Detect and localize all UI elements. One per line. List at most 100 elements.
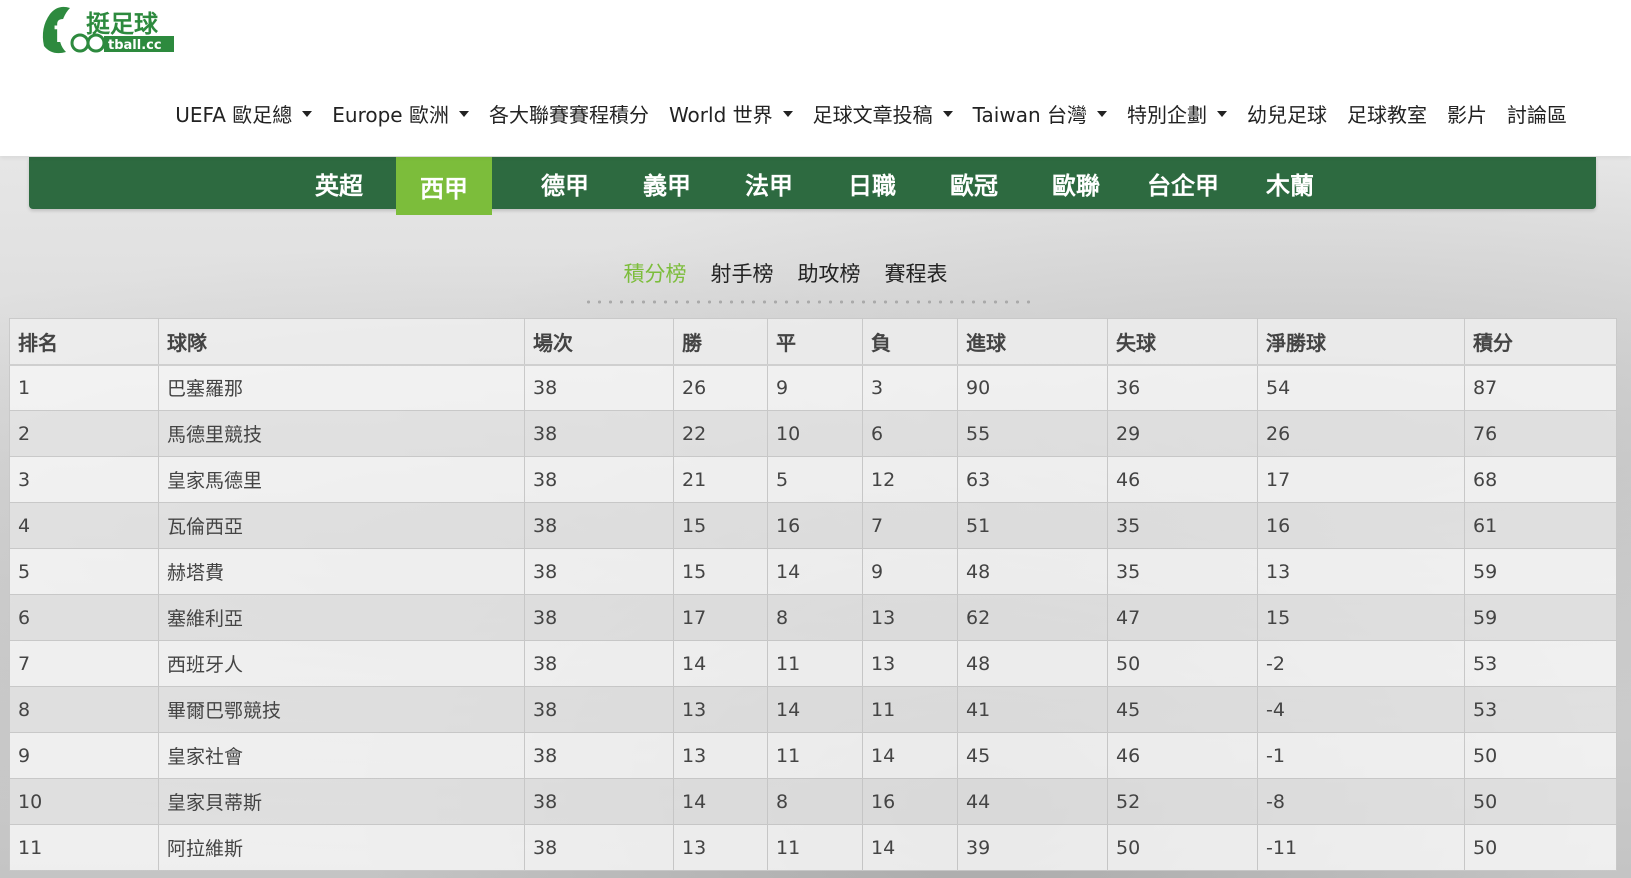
standings-table-wrap: 排名 球隊 場次 勝 平 負 進球 失球 淨勝球 積分 1 巴塞羅那 38 26 9 3 9… <box>9 318 1617 871</box>
nav-item-uefa[interactable]: UEFA 歐足總 <box>175 99 313 128</box>
nav-item-europe[interactable]: Europe 歐洲 <box>332 99 469 128</box>
nav-item-forum[interactable]: 討論區 <box>1507 99 1567 128</box>
nav-item-videos[interactable]: 影片 <box>1447 99 1487 128</box>
cell-goals-against: 50 <box>1107 640 1258 687</box>
nav-label: UEFA 歐足總 <box>175 102 293 127</box>
nav-item-article-submit[interactable]: 足球文章投稿 <box>813 99 953 128</box>
nav-label: 特別企劃 <box>1127 102 1207 127</box>
table-row: 8 畢爾巴鄂競技 38 13 14 11 41 45 -4 53 <box>9 686 1617 733</box>
table-row: 4 瓦倫西亞 38 15 16 7 51 35 16 61 <box>9 502 1617 549</box>
cell-rank: 10 <box>9 778 159 825</box>
cell-losses: 13 <box>862 594 958 641</box>
main-nav: UEFA 歐足總 Europe 歐洲 各大聯賽賽程積分 World 世界 足球文… <box>175 96 1567 130</box>
cell-goal-diff: -2 <box>1257 640 1465 687</box>
cell-goals-against: 36 <box>1107 364 1258 411</box>
cell-goals-for: 48 <box>957 640 1108 687</box>
subtab-top-assists[interactable]: 助攻榜 <box>798 258 861 294</box>
league-tab-ligue-1[interactable]: 法甲 <box>726 157 812 209</box>
cell-team: 畢爾巴鄂競技 <box>158 686 525 733</box>
league-tab-laliga[interactable]: 西甲 <box>396 157 492 215</box>
cell-goals-against: 47 <box>1107 594 1258 641</box>
cell-team: 皇家社會 <box>158 732 525 779</box>
cell-team: 皇家貝蒂斯 <box>158 778 525 825</box>
nav-item-kids-football[interactable]: 幼兒足球 <box>1247 99 1327 128</box>
cell-team: 塞維利亞 <box>158 594 525 641</box>
nav-label: World 世界 <box>668 102 773 127</box>
cell-played: 38 <box>524 502 674 549</box>
cell-losses: 12 <box>862 456 958 503</box>
league-tab-bar: 英超 西甲 德甲 義甲 法甲 日職 歐冠 歐聯 台企甲 木蘭 <box>29 157 1596 215</box>
site-logo[interactable]: f tball.cc 挺足球 <box>36 2 186 58</box>
nav-item-special[interactable]: 特別企劃 <box>1127 99 1227 128</box>
logo-text: 挺足球 <box>86 10 159 38</box>
cell-rank: 3 <box>9 456 159 503</box>
cell-rank: 2 <box>9 410 159 457</box>
table-row: 5 赫塔費 38 15 14 9 48 35 13 59 <box>9 548 1617 595</box>
cell-wins: 15 <box>673 548 768 595</box>
league-tab-tpl[interactable]: 台企甲 <box>1135 157 1231 209</box>
cell-goal-diff: 17 <box>1257 456 1465 503</box>
cell-played: 38 <box>524 778 674 825</box>
cell-draws: 11 <box>767 640 863 687</box>
cell-played: 38 <box>524 410 674 457</box>
nav-item-football-class[interactable]: 足球教室 <box>1347 99 1427 128</box>
col-header-goals-for: 進球 <box>957 318 1108 366</box>
page: f tball.cc 挺足球 UEFA 歐足總 Europe 歐洲 各大聯賽賽程… <box>0 0 1631 878</box>
cell-losses: 6 <box>862 410 958 457</box>
league-tab-j-league[interactable]: 日職 <box>829 157 915 209</box>
cell-goals-for: 63 <box>957 456 1108 503</box>
cell-team: 巴塞羅那 <box>158 364 525 411</box>
subtab-standings[interactable]: 積分榜 <box>624 258 687 294</box>
cell-played: 38 <box>524 548 674 595</box>
cell-points: 76 <box>1464 410 1617 457</box>
cell-wins: 13 <box>673 732 768 779</box>
cell-goals-against: 35 <box>1107 502 1258 549</box>
cell-points: 59 <box>1464 594 1617 641</box>
cell-goal-diff: 26 <box>1257 410 1465 457</box>
nav-label: Taiwan 台灣 <box>972 102 1087 127</box>
cell-rank: 1 <box>9 364 159 411</box>
cell-rank: 4 <box>9 502 159 549</box>
logo-icon: f tball.cc 挺足球 <box>42 6 174 54</box>
nav-item-league-standings[interactable]: 各大聯賽賽程積分 <box>489 99 649 128</box>
cell-rank: 11 <box>9 824 159 871</box>
caret-down-icon <box>1097 111 1107 117</box>
nav-item-taiwan[interactable]: Taiwan 台灣 <box>973 99 1107 128</box>
league-tab-epl[interactable]: 英超 <box>296 157 382 209</box>
cell-points: 50 <box>1464 732 1617 779</box>
subtab-top-scorers[interactable]: 射手榜 <box>711 258 774 294</box>
cell-draws: 14 <box>767 686 863 733</box>
cell-goals-against: 46 <box>1107 732 1258 779</box>
cell-goals-for: 62 <box>957 594 1108 641</box>
league-tab-serie-a[interactable]: 義甲 <box>624 157 710 209</box>
cell-losses: 11 <box>862 686 958 733</box>
cell-wins: 13 <box>673 824 768 871</box>
nav-label: 各大聯賽賽程積分 <box>488 102 649 127</box>
league-tab-uel[interactable]: 歐聯 <box>1033 157 1119 209</box>
col-header-rank: 排名 <box>9 318 159 366</box>
cell-rank: 5 <box>9 548 159 595</box>
nav-label: 討論區 <box>1507 102 1567 127</box>
league-tab-mulan[interactable]: 木蘭 <box>1247 157 1333 209</box>
cell-wins: 14 <box>673 640 768 687</box>
cell-goals-against: 46 <box>1107 456 1258 503</box>
league-tab-bundesliga[interactable]: 德甲 <box>522 157 608 209</box>
cell-draws: 14 <box>767 548 863 595</box>
table-row: 3 皇家馬德里 38 21 5 12 63 46 17 68 <box>9 456 1617 503</box>
subtab-fixtures[interactable]: 賽程表 <box>885 258 948 294</box>
cell-played: 38 <box>524 456 674 503</box>
cell-team: 皇家馬德里 <box>158 456 525 503</box>
cell-team: 赫塔費 <box>158 548 525 595</box>
nav-item-world[interactable]: World 世界 <box>669 99 793 128</box>
nav-label: 足球教室 <box>1347 102 1427 127</box>
table-row: 1 巴塞羅那 38 26 9 3 90 36 54 87 <box>9 364 1617 411</box>
league-tab-ucl[interactable]: 歐冠 <box>931 157 1017 209</box>
cell-points: 53 <box>1464 640 1617 687</box>
svg-text:f: f <box>54 15 68 50</box>
cell-played: 38 <box>524 594 674 641</box>
col-header-wins: 勝 <box>673 318 768 366</box>
cell-played: 38 <box>524 732 674 779</box>
cell-goals-for: 39 <box>957 824 1108 871</box>
cell-goals-for: 45 <box>957 732 1108 779</box>
cell-goals-for: 51 <box>957 502 1108 549</box>
